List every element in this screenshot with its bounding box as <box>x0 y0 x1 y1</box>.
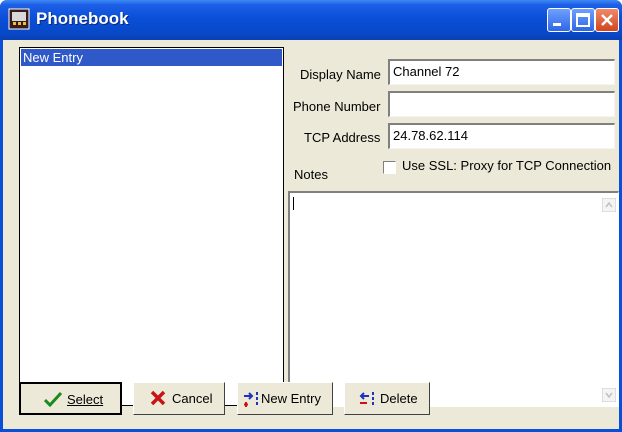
display-name-field[interactable]: Channel 72 <box>388 59 615 85</box>
add-entry-icon <box>244 392 258 407</box>
select-button-label: Select <box>67 392 104 407</box>
entry-list[interactable]: New Entry <box>19 47 284 406</box>
cancel-button[interactable]: Cancel <box>133 382 225 415</box>
notes-textarea[interactable] <box>288 191 619 407</box>
close-button[interactable] <box>595 8 619 32</box>
checkmark-icon <box>44 391 62 407</box>
tcp-address-field[interactable]: 24.78.62.114 <box>388 123 615 149</box>
maximize-icon <box>576 13 590 27</box>
use-ssl-label[interactable]: Use SSL: Proxy for TCP Connection <box>402 158 611 173</box>
phone-number-field[interactable] <box>388 91 615 117</box>
minimize-icon <box>553 23 561 26</box>
x-icon <box>150 390 166 406</box>
delete-button-label: Delete <box>380 391 418 406</box>
window-title: Phonebook <box>36 9 129 28</box>
scroll-down-arrow-icon[interactable] <box>602 388 616 402</box>
client-area: New Entry Display Name Channel 72 Phone … <box>3 37 619 429</box>
select-button[interactable]: Select <box>19 382 122 415</box>
tcp-address-label: TCP Address <box>304 130 381 145</box>
scroll-up-arrow-icon[interactable] <box>602 198 616 212</box>
phonebook-window: Phonebook New Entry Display Name Channel… <box>0 0 622 432</box>
delete-entry-icon <box>359 392 374 405</box>
use-ssl-checkbox[interactable] <box>383 161 396 174</box>
cancel-button-label: Cancel <box>172 391 213 406</box>
notes-label: Notes <box>294 167 328 182</box>
delete-button[interactable]: Delete <box>344 382 430 415</box>
new-entry-button[interactable]: New Entry <box>237 382 333 415</box>
display-name-label: Display Name <box>300 67 381 82</box>
new-entry-button-label: New Entry <box>261 391 321 406</box>
text-caret <box>293 197 294 210</box>
phonebook-app-icon <box>8 8 30 30</box>
title-bar[interactable]: Phonebook <box>0 0 622 40</box>
minimize-button[interactable] <box>547 8 571 32</box>
close-icon <box>601 14 613 26</box>
maximize-button[interactable] <box>571 8 595 32</box>
list-item-new-entry[interactable]: New Entry <box>21 49 282 66</box>
phone-number-label: Phone Number <box>293 99 381 114</box>
